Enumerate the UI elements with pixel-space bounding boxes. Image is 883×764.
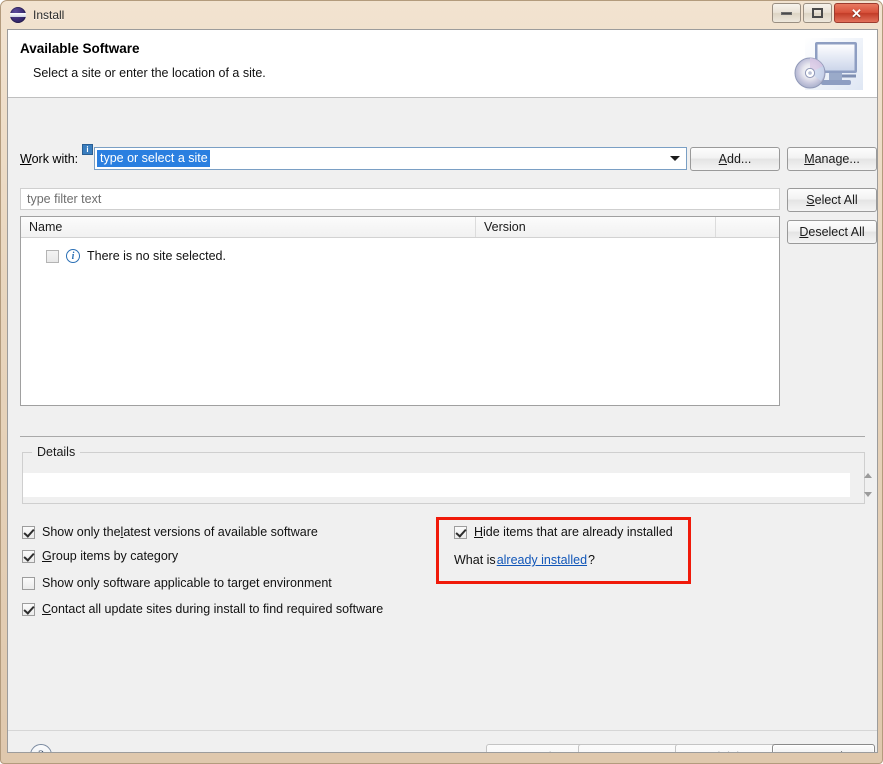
filter-input[interactable]: type filter text <box>20 188 780 210</box>
maximize-button[interactable] <box>803 3 832 23</box>
details-scrollbar[interactable] <box>861 473 874 497</box>
window-controls: ✕ <box>772 3 879 23</box>
work-with-combo[interactable]: type or select a site <box>94 147 687 170</box>
cancel-button[interactable]: Cancel <box>772 744 875 752</box>
work-with-input-value[interactable]: type or select a site <box>97 150 210 167</box>
option-group-by-category-checkbox[interactable] <box>22 549 35 563</box>
eclipse-icon <box>10 7 26 23</box>
page-subtitle: Select a site or enter the location of a… <box>33 66 266 80</box>
filter-placeholder: type filter text <box>27 192 102 206</box>
install-computer-disc-icon <box>794 38 863 90</box>
option-contact-update-sites-checkbox[interactable] <box>22 602 35 616</box>
deselect-all-button[interactable]: Deselect All <box>787 220 877 244</box>
option-group-by-category-label: roup items by category <box>51 549 179 563</box>
add-button-label: dd... <box>727 152 752 166</box>
option-contact-update-sites-mnemonic: C <box>42 602 52 616</box>
minimize-button[interactable] <box>772 3 801 23</box>
page-title: Available Software <box>20 41 140 56</box>
option-group-by-category-mnemonic: G <box>42 549 52 563</box>
wizard-header: Available Software Select a site or ente… <box>8 30 877 98</box>
next-button-mnemonic: N <box>611 750 620 752</box>
already-installed-link[interactable]: already installed <box>497 553 587 567</box>
dialog-client-area: Available Software Select a site or ente… <box>7 29 878 753</box>
option-show-latest-versions-pre: Show only the <box>42 525 121 539</box>
table-row[interactable]: i There is no site selected. <box>21 245 779 267</box>
back-button-pre: < <box>520 750 527 752</box>
available-software-table[interactable]: Name Version i There is no site selected… <box>20 216 780 406</box>
option-applicable-to-target-mnemonic: S <box>42 576 51 590</box>
details-text-area[interactable] <box>23 473 850 497</box>
option-show-latest-versions-label: atest versions of available software <box>123 525 318 539</box>
back-button[interactable]: < Back <box>486 744 589 752</box>
cancel-button-label: Cancel <box>804 750 843 752</box>
footer-divider <box>8 730 877 731</box>
install-dialog-window: Install ✕ Available Software Select a si… <box>0 0 883 764</box>
details-legend: Details <box>32 445 81 459</box>
add-button[interactable]: Add... <box>690 147 780 171</box>
work-with-mnemonic: W <box>20 152 32 166</box>
option-applicable-to-target[interactable]: Show only software applicable to target … <box>22 576 332 590</box>
column-header-blank[interactable] <box>716 217 779 237</box>
finish-button[interactable]: Finish <box>675 744 778 752</box>
manage-button-label: anage... <box>814 152 860 166</box>
work-with-label: Work with: <box>20 152 78 166</box>
what-is-already-installed-text: What is already installed? <box>454 553 595 567</box>
close-button[interactable]: ✕ <box>834 3 879 23</box>
option-show-latest-versions[interactable]: Show only the l atest versions of availab… <box>22 525 318 539</box>
option-applicable-to-target-checkbox[interactable] <box>22 576 35 590</box>
add-button-mnemonic: A <box>718 152 727 166</box>
option-hide-already-installed-checkbox[interactable] <box>454 525 467 539</box>
info-badge-icon[interactable]: i <box>82 144 93 155</box>
scroll-up-icon[interactable] <box>863 473 872 478</box>
work-with-label-rest: ork with: <box>31 152 79 166</box>
back-button-mnemonic: B <box>527 750 535 752</box>
info-circle-icon: i <box>66 249 80 263</box>
table-header-row: Name Version <box>21 217 779 238</box>
option-contact-update-sites-label: ontact all update sites during install t… <box>51 602 384 616</box>
option-show-latest-versions-checkbox[interactable] <box>22 525 35 539</box>
select-all-button[interactable]: Select All <box>787 188 877 212</box>
option-hide-already-installed-label: ide items that are already installed <box>483 525 673 539</box>
row-checkbox[interactable] <box>46 249 59 263</box>
deselect-all-mnemonic: D <box>799 225 809 239</box>
option-applicable-to-target-label: how only software applicable to target e… <box>50 576 332 590</box>
close-icon: ✕ <box>851 5 862 21</box>
next-button[interactable]: Next > <box>578 744 681 752</box>
column-header-name[interactable]: Name <box>21 217 476 237</box>
select-all-label: elect All <box>814 193 858 207</box>
option-hide-already-installed-mnemonic: H <box>474 525 484 539</box>
back-button-label: ack <box>536 750 555 752</box>
help-button[interactable]: ? <box>30 744 52 752</box>
option-group-by-category[interactable]: Group items by category <box>22 549 178 563</box>
maximize-icon <box>812 8 823 18</box>
section-divider <box>20 436 865 437</box>
select-all-mnemonic: S <box>806 193 815 207</box>
manage-button-mnemonic: M <box>804 152 815 166</box>
title-bar[interactable]: Install ✕ <box>1 1 883 29</box>
finish-button-label: inish <box>717 750 743 752</box>
next-button-label: ext > <box>620 750 647 752</box>
scroll-down-icon[interactable] <box>863 492 872 497</box>
deselect-all-label: eselect All <box>808 225 865 239</box>
finish-button-mnemonic: F <box>710 750 718 752</box>
row-name-cell: There is no site selected. <box>87 249 226 263</box>
option-hide-already-installed[interactable]: Hide items that are already installed <box>454 525 673 539</box>
chevron-down-icon[interactable] <box>670 156 680 161</box>
window-title: Install <box>33 8 65 22</box>
what-is-suffix: ? <box>588 553 595 567</box>
minimize-icon <box>781 11 792 15</box>
column-header-version[interactable]: Version <box>476 217 716 237</box>
manage-button[interactable]: Manage... <box>787 147 877 171</box>
option-contact-update-sites[interactable]: Contact all update sites during install … <box>22 602 383 616</box>
what-is-prefix: What is <box>454 553 496 567</box>
